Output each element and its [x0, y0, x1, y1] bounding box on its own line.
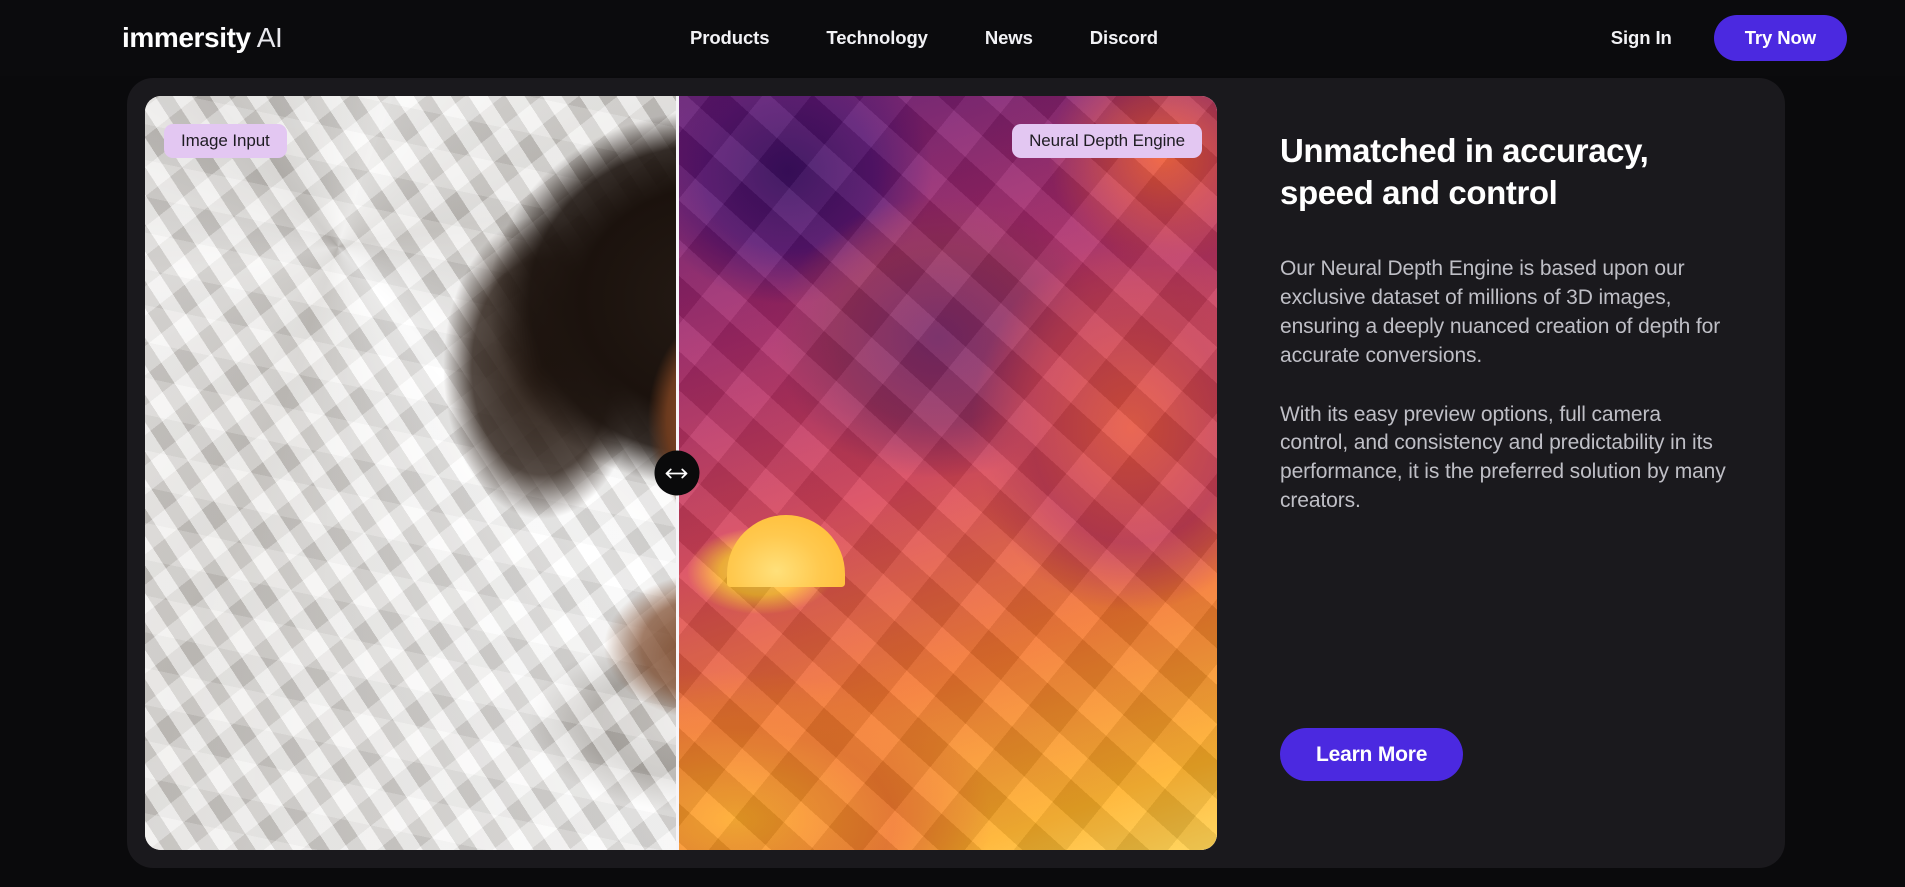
brand-name-primary: immersity — [122, 22, 251, 53]
try-now-button[interactable]: Try Now — [1713, 15, 1847, 61]
panel-title: Unmatched in accuracy, speed and control — [1280, 132, 1649, 212]
feature-card: Image Input Neural Depth Engine Unmatche… — [127, 78, 1785, 868]
image-input-badge: Image Input — [164, 124, 287, 158]
neural-depth-engine-badge: Neural Depth Engine — [1012, 124, 1202, 158]
primary-nav-links: Products Technology News Discord — [690, 27, 1158, 49]
nav-item-technology[interactable]: Technology — [826, 27, 928, 49]
panel-paragraph-1: Our Neural Depth Engine is based upon ou… — [1280, 257, 1721, 367]
top-navigation-bar: immersity AI Products Technology News Dis… — [0, 0, 1905, 76]
panel-paragraph-2: With its easy preview options, full came… — [1280, 402, 1726, 512]
feature-copy-panel: Unmatched in accuracy, speed and control… — [1217, 78, 1785, 868]
brand-name-secondary: AI — [256, 22, 283, 53]
nav-actions: Sign In Try Now — [1611, 15, 1847, 61]
brand-logo[interactable]: immersity AI — [122, 22, 283, 54]
nav-item-products[interactable]: Products — [690, 27, 769, 49]
left-right-arrow-icon — [665, 468, 688, 478]
nav-item-discord[interactable]: Discord — [1090, 27, 1158, 49]
before-after-comparison-viewer[interactable]: Image Input Neural Depth Engine — [145, 96, 1217, 850]
sign-in-link[interactable]: Sign In — [1611, 27, 1672, 49]
depth-map-highlight — [727, 515, 846, 588]
nav-item-news[interactable]: News — [985, 27, 1033, 49]
learn-more-button[interactable]: Learn More — [1280, 728, 1464, 781]
comparison-drag-handle[interactable] — [654, 450, 700, 496]
